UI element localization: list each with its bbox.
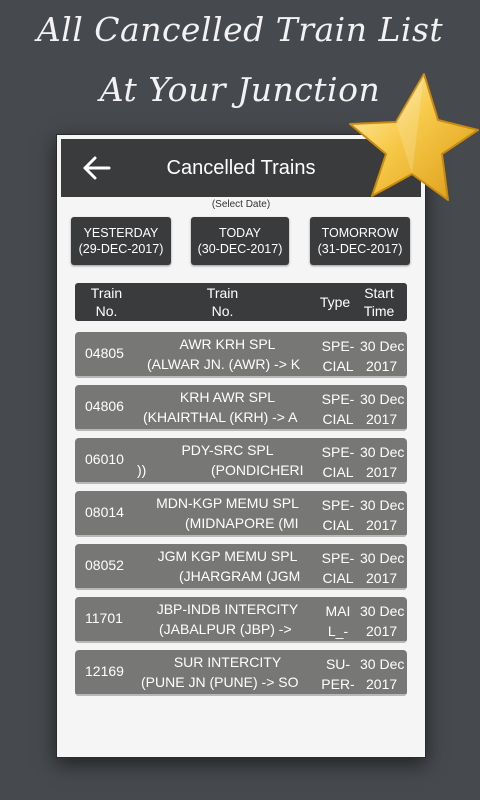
train-start-time: 30 Dec 2017 <box>360 495 407 537</box>
promo-headline-line-1: All Cancelled Train List <box>36 10 444 49</box>
train-name: MDN-KGP MEMU SPL <box>156 495 299 511</box>
today-button[interactable]: TODAY (30-DEC-2017) <box>191 217 289 265</box>
train-type: SPE- CIAL <box>319 389 357 431</box>
header-train-name: Train No. <box>195 284 250 320</box>
table-row[interactable]: 08014 MDN-KGP MEMU SPL (MIDNAPORE (MI SP… <box>75 491 407 537</box>
start-time-line-2: 2017 <box>366 358 398 374</box>
train-number: 12169 <box>85 663 124 679</box>
header-start-time-line-1: Start <box>364 285 394 301</box>
train-number: 08014 <box>85 504 124 520</box>
train-number: 11701 <box>85 610 123 626</box>
train-type-line-2: CIAL <box>322 517 354 533</box>
train-name: AWR KRH SPL <box>179 336 276 352</box>
yesterday-date: (29-DEC-2017) <box>78 242 164 256</box>
train-number: 04806 <box>85 398 124 414</box>
train-name: PDY-SRC SPL <box>181 442 274 458</box>
train-type-line-2: CIAL <box>322 358 354 374</box>
train-type: SPE- CIAL <box>319 336 357 378</box>
start-time-line-1: 30 Dec <box>360 656 405 672</box>
start-time-line-1: 30 Dec <box>360 391 405 407</box>
header-train-name-line-1: Train <box>206 285 239 301</box>
table-row[interactable]: 08052 JGM KGP MEMU SPL (JHARGRAM (JGM SP… <box>75 544 407 590</box>
train-type: MAI L_- <box>319 601 357 643</box>
table-header: Train No. Train No. Type Start Time <box>75 283 407 321</box>
train-type: SU- PER- <box>319 654 357 696</box>
start-time-line-1: 30 Dec <box>360 338 405 354</box>
table-row[interactable]: 04806 KRH AWR SPL (KHAIRTHAL (KRH) -> A … <box>75 385 407 431</box>
today-label: TODAY <box>219 226 261 240</box>
train-route: (PONDICHERI <box>211 462 304 478</box>
train-name: SUR INTERCITY <box>173 654 282 670</box>
train-name: JGM KGP MEMU SPL <box>157 548 298 564</box>
train-type-line-1: SPE- <box>321 497 355 513</box>
header-train-number-line-2: No. <box>95 303 118 319</box>
start-time-line-2: 2017 <box>366 623 398 639</box>
phone-screen: Cancelled Trains (Select Date) YESTERDAY… <box>56 134 426 758</box>
start-time-line-1: 30 Dec <box>360 550 405 566</box>
table-row[interactable]: 11701 JBP-INDB INTERCITY (JABALPUR (JBP)… <box>75 597 407 643</box>
train-route: (ALWAR JN. (AWR) -> K <box>147 356 301 372</box>
yesterday-button[interactable]: YESTERDAY (29-DEC-2017) <box>71 217 171 265</box>
train-route: (PUNE JN (PUNE) -> SO <box>141 674 299 690</box>
tomorrow-label: TOMORROW <box>321 226 399 240</box>
train-type-line-1: SU- <box>325 656 351 672</box>
train-route: (KHAIRTHAL (KRH) -> A <box>143 409 298 425</box>
train-start-time: 30 Dec 2017 <box>360 442 407 484</box>
train-type-line-1: SPE- <box>321 391 355 407</box>
train-number: 04805 <box>85 345 124 361</box>
train-type-line-2: PER- <box>321 676 355 692</box>
start-time-line-1: 30 Dec <box>360 444 405 460</box>
table-row[interactable]: 12169 SUR INTERCITY (PUNE JN (PUNE) -> S… <box>75 650 407 696</box>
train-start-time: 30 Dec 2017 <box>360 548 407 590</box>
train-start-time: 30 Dec 2017 <box>360 336 407 378</box>
train-type-line-2: CIAL <box>322 464 354 480</box>
train-route: (JHARGRAM (JGM <box>179 568 301 584</box>
start-time-line-2: 2017 <box>366 676 398 692</box>
train-type-line-1: SPE- <box>321 338 355 354</box>
start-time-line-2: 2017 <box>366 517 398 533</box>
start-time-line-1: 30 Dec <box>360 497 405 513</box>
train-type: SPE- CIAL <box>319 442 357 484</box>
start-time-line-2: 2017 <box>366 411 398 427</box>
header-train-name-line-2: No. <box>211 303 234 319</box>
tomorrow-date: (31-DEC-2017) <box>317 242 403 256</box>
train-type: SPE- CIAL <box>319 548 357 590</box>
train-name: JBP-INDB INTERCITY <box>156 601 299 617</box>
yesterday-label: YESTERDAY <box>83 226 159 240</box>
start-time-line-1: 30 Dec <box>360 603 405 619</box>
train-route: (JABALPUR (JBP) -> <box>159 621 292 637</box>
train-start-time: 30 Dec 2017 <box>360 389 407 431</box>
train-start-time: 30 Dec 2017 <box>360 601 407 643</box>
train-route: (MIDNAPORE (MI <box>185 515 299 531</box>
train-name: KRH AWR SPL <box>179 389 276 405</box>
train-route-prefix: )) <box>137 462 147 478</box>
train-type-line-2: L_- <box>327 623 349 639</box>
table-row[interactable]: 06010 PDY-SRC SPL )) (PONDICHERI SPE- CIA… <box>75 438 407 484</box>
tomorrow-button[interactable]: TOMORROW (31-DEC-2017) <box>310 217 410 265</box>
train-type-line-2: CIAL <box>322 570 354 586</box>
start-time-line-2: 2017 <box>366 570 398 586</box>
train-type-line-1: MAI <box>325 603 351 619</box>
header-type: Type <box>319 294 351 310</box>
train-type-line-2: CIAL <box>322 411 354 427</box>
header-train-number: Train No. <box>79 284 134 320</box>
header-train-number-line-1: Train <box>90 285 123 301</box>
start-time-line-2: 2017 <box>366 464 398 480</box>
train-number: 06010 <box>85 451 124 467</box>
star-icon <box>349 73 479 201</box>
train-number: 08052 <box>85 557 124 573</box>
header-start-time: Start Time <box>359 284 399 320</box>
train-start-time: 30 Dec 2017 <box>360 654 407 696</box>
train-type-line-1: SPE- <box>321 550 355 566</box>
train-type: SPE- CIAL <box>319 495 357 537</box>
header-start-time-line-2: Time <box>363 303 395 319</box>
table-row[interactable]: 04805 AWR KRH SPL (ALWAR JN. (AWR) -> K … <box>75 332 407 378</box>
today-date: (30-DEC-2017) <box>197 242 283 256</box>
train-type-line-1: SPE- <box>321 444 355 460</box>
